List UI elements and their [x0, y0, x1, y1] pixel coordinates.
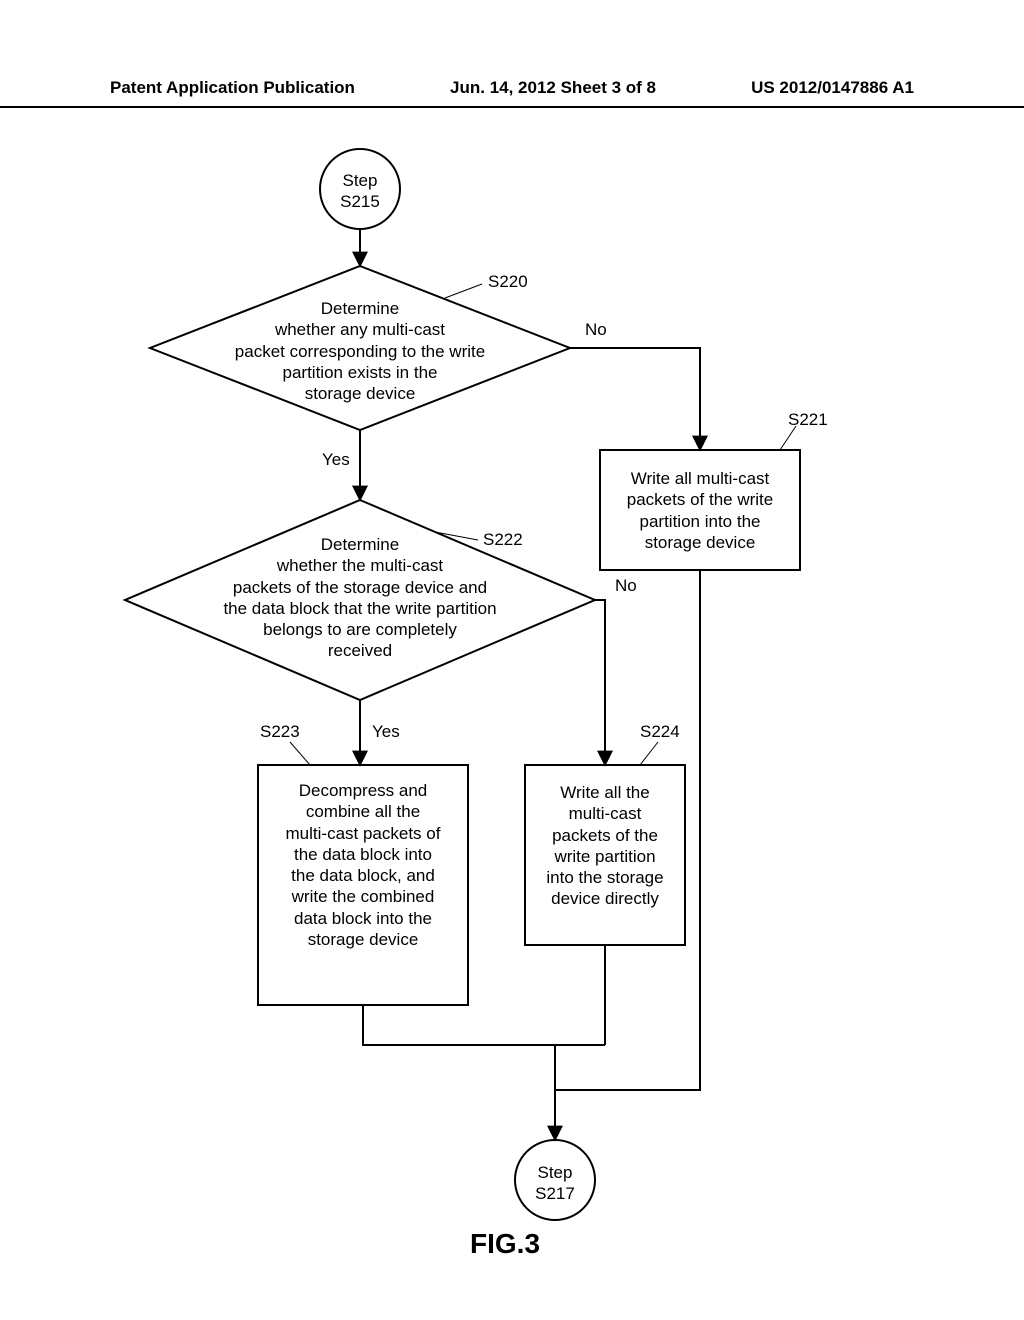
ref-s222: S222: [483, 530, 523, 550]
process-s224: Write all the multi-cast packets of the …: [530, 782, 680, 910]
process-s223: Decompress and combine all the multi-cas…: [263, 780, 463, 950]
decision-s220-text: Determine whether any multi-cast packet …: [235, 299, 485, 403]
connector-start-line1: Step: [320, 170, 400, 191]
page: Patent Application Publication Jun. 14, …: [0, 0, 1024, 1320]
edge-d1-no: No: [585, 320, 607, 340]
process-s221-text: Write all multi-cast packets of the writ…: [627, 469, 773, 552]
ref-s224: S224: [640, 722, 680, 742]
ref-s223: S223: [260, 722, 300, 742]
decision-s220: Determine whether any multi-cast packet …: [180, 298, 540, 404]
edge-d2-no: No: [615, 576, 637, 596]
process-s224-text: Write all the multi-cast packets of the …: [546, 783, 663, 908]
decision-s222-text: Determine whether the multi-cast packets…: [223, 535, 496, 660]
figure-label: FIG.3: [470, 1228, 540, 1260]
edge-d2-yes: Yes: [372, 722, 400, 742]
ref-s220: S220: [488, 272, 528, 292]
decision-s222: Determine whether the multi-cast packets…: [155, 534, 565, 662]
connector-start: Step S215: [320, 170, 400, 213]
connector-end-line2: S217: [515, 1183, 595, 1204]
connector-start-line2: S215: [320, 191, 400, 212]
process-s221: Write all multi-cast packets of the writ…: [605, 468, 795, 553]
connector-end: Step S217: [515, 1162, 595, 1205]
process-s223-text: Decompress and combine all the multi-cas…: [286, 781, 441, 949]
edge-d1-yes: Yes: [322, 450, 350, 470]
connector-end-line1: Step: [515, 1162, 595, 1183]
ref-s221: S221: [788, 410, 828, 430]
